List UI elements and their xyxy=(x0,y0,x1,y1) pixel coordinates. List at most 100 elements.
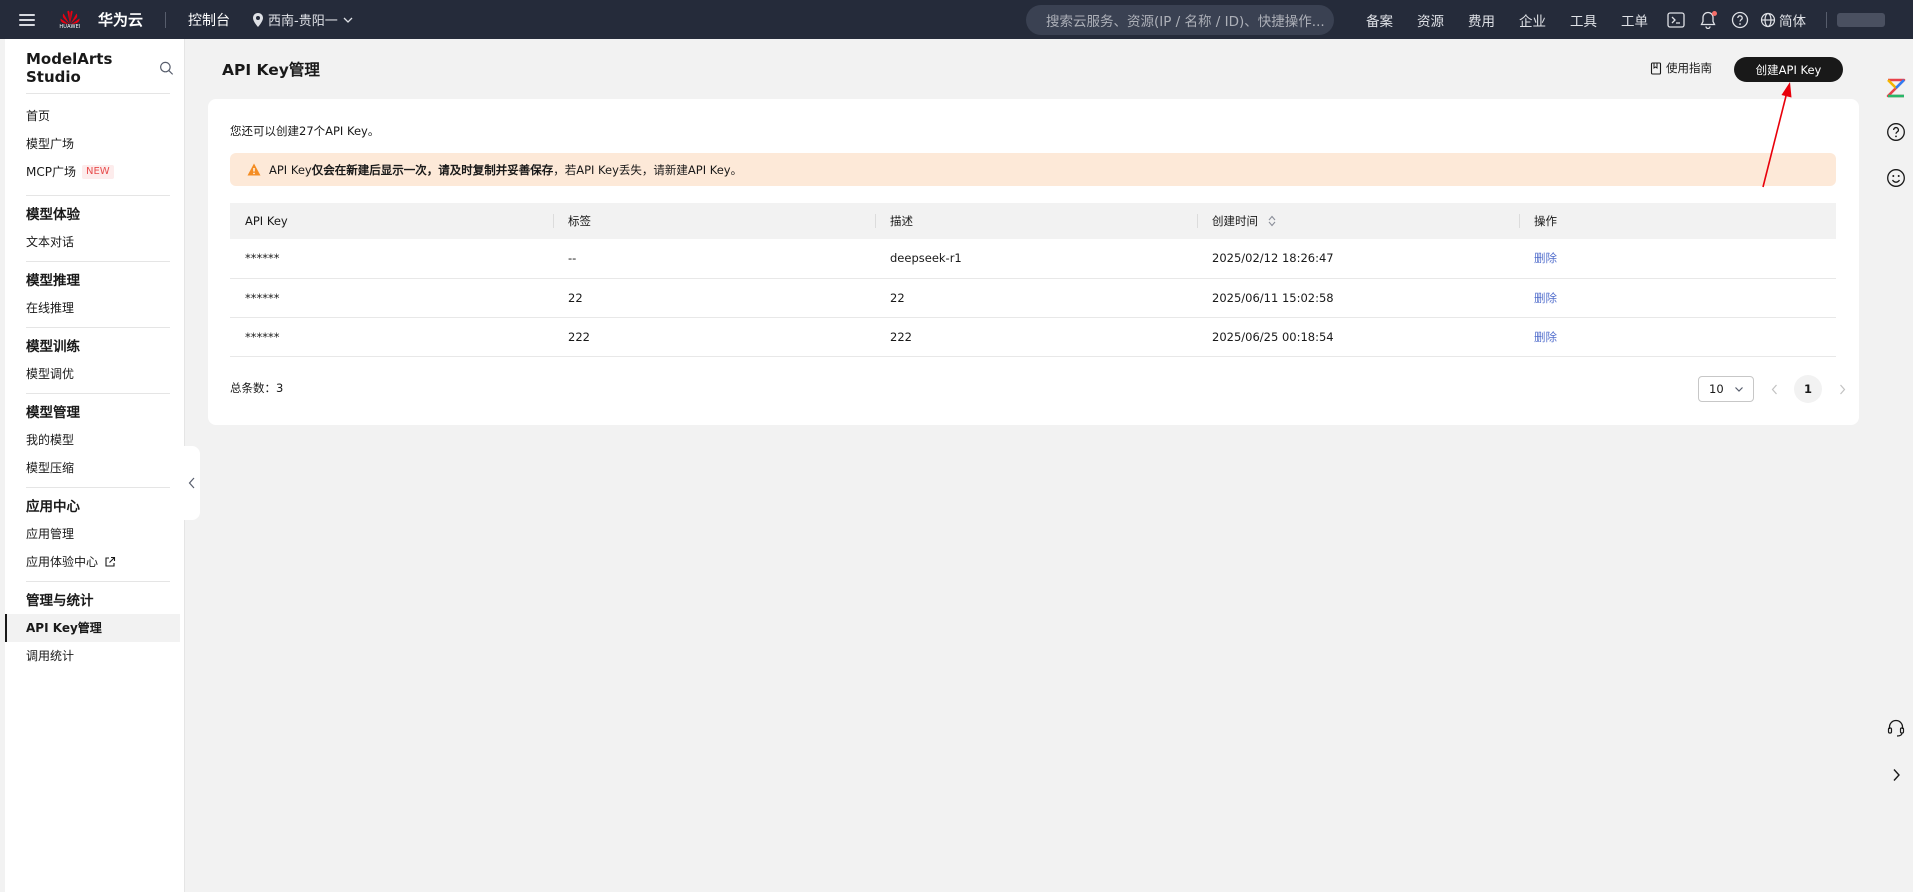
sidebar-item-mcp-square[interactable]: MCP广场 NEW xyxy=(5,158,184,186)
cloud-shell-icon[interactable] xyxy=(1664,8,1688,32)
customer-service-icon[interactable] xyxy=(1884,716,1908,740)
sidebar-item-home[interactable]: 首页 xyxy=(5,102,184,130)
sidebar-item-online-inference[interactable]: 在线推理 xyxy=(5,294,184,322)
sidebar-item-label: 应用管理 xyxy=(26,527,75,541)
brand-small-text: HUAWEI xyxy=(59,23,81,30)
sidebar-item-my-models[interactable]: 我的模型 xyxy=(5,426,184,454)
notification-dot xyxy=(1712,10,1717,16)
sidebar-item-label: 首页 xyxy=(26,109,51,123)
nav-tools[interactable]: 工具 xyxy=(1570,10,1597,30)
delete-link[interactable]: 删除 xyxy=(1534,330,1557,344)
cell-api-key: ****** xyxy=(230,278,553,318)
delete-link[interactable]: 删除 xyxy=(1534,251,1557,265)
nav-enterprise[interactable]: 企业 xyxy=(1519,10,1546,30)
top-bar: HUAWEI 华为云 控制台 西南-贵阳一 搜索云服务、资源(IP / 名称 /… xyxy=(0,0,1913,39)
sidebar-item-label: MCP广场 xyxy=(26,165,76,179)
remaining-quota-text: 您还可以创建27个API Key。 xyxy=(230,124,380,138)
menu-button[interactable] xyxy=(0,0,54,39)
page-size-select[interactable]: 10 xyxy=(1698,376,1754,402)
global-search-input[interactable]: 搜索云服务、资源(IP / 名称 / ID)、快捷操作... xyxy=(1026,4,1334,35)
location-pin-icon xyxy=(253,12,264,27)
expand-rail-button[interactable] xyxy=(1884,763,1908,787)
feedback-smiley-icon[interactable] xyxy=(1884,166,1908,190)
prev-page-button[interactable] xyxy=(1766,377,1782,401)
chevron-right-icon xyxy=(1892,769,1900,781)
help-icon[interactable] xyxy=(1728,8,1752,32)
nav-filing[interactable]: 备案 xyxy=(1366,10,1393,30)
alert-text: API Key仅会在新建后显示一次，请及时复制并妥善保存，若API Key丢失，… xyxy=(269,162,742,178)
language-label: 简体 xyxy=(1779,13,1806,30)
column-header-api-key: API Key xyxy=(230,203,553,239)
cell-created-time: 2025/06/25 00:18:54 xyxy=(1197,317,1519,357)
nav-tickets[interactable]: 工单 xyxy=(1621,10,1648,30)
usage-guide-label: 使用指南 xyxy=(1666,61,1712,75)
cell-description: 22 xyxy=(875,278,1197,318)
ai-assistant-icon[interactable] xyxy=(1884,76,1908,100)
chevron-down-icon xyxy=(1735,387,1743,392)
alert-emphasis: 仅会在新建后显示一次，请及时复制并妥善保存 xyxy=(311,162,554,177)
warning-icon xyxy=(247,163,261,176)
language-selector[interactable]: 简体 xyxy=(1760,10,1806,30)
table-header-row: API Key 标签 描述 创建时间 操作 xyxy=(230,203,1836,239)
usage-guide-link[interactable]: 使用指南 xyxy=(1650,60,1712,76)
divider xyxy=(1826,11,1827,28)
cell-description: deepseek-r1 xyxy=(875,239,1197,279)
cell-actions: 删除 xyxy=(1519,278,1836,318)
sidebar-item-model-compression[interactable]: 模型压缩 xyxy=(5,454,184,482)
sidebar-item-label: 模型广场 xyxy=(26,137,75,151)
sidebar-item-label: 模型压缩 xyxy=(26,461,75,475)
sidebar-item-app-experience[interactable]: 应用体验中心 xyxy=(5,548,184,576)
cell-api-key: ****** xyxy=(230,239,553,279)
delete-link[interactable]: 删除 xyxy=(1534,291,1557,305)
create-api-key-button[interactable]: 创建API Key xyxy=(1734,57,1843,82)
next-page-button[interactable] xyxy=(1834,377,1850,401)
column-header-created-time[interactable]: 创建时间 xyxy=(1197,203,1519,239)
cell-created-time: 2025/06/11 15:02:58 xyxy=(1197,278,1519,318)
sidebar-item-label: API Key管理 xyxy=(26,621,102,635)
cell-api-key: ****** xyxy=(230,317,553,357)
user-account-menu[interactable] xyxy=(1837,12,1885,27)
table-row: ****** 222 222 2025/06/25 00:18:54 删除 xyxy=(230,317,1836,357)
search-icon[interactable] xyxy=(159,60,174,76)
column-header-tag: 标签 xyxy=(553,203,875,239)
page-size-value: 10 xyxy=(1709,382,1724,396)
sidebar-item-label: 应用体验中心 xyxy=(26,555,99,569)
nav-resources[interactable]: 资源 xyxy=(1417,10,1444,30)
hamburger-icon xyxy=(19,13,35,26)
nav-billing[interactable]: 费用 xyxy=(1468,10,1495,30)
sidebar-item-model-square[interactable]: 模型广场 xyxy=(5,130,184,158)
sidebar-item-usage-statistics[interactable]: 调用统计 xyxy=(5,642,184,670)
document-icon xyxy=(1650,61,1662,75)
help-icon[interactable] xyxy=(1884,120,1908,144)
brand-logo[interactable]: HUAWEI 华为云 xyxy=(58,8,143,32)
cell-tag: 222 xyxy=(553,317,875,357)
page-title: API Key管理 xyxy=(222,61,320,79)
huawei-logo-icon: HUAWEI xyxy=(58,8,82,32)
top-nav: 备案 资源 费用 企业 工具 工单 xyxy=(1354,10,1660,30)
sidebar-collapse-button[interactable] xyxy=(183,446,200,520)
sidebar-item-label: 我的模型 xyxy=(26,433,75,447)
sidebar-title: ModelArts Studio xyxy=(26,50,113,86)
console-link[interactable]: 控制台 xyxy=(188,10,230,30)
pagination: 10 1 xyxy=(1698,375,1850,403)
sidebar-item-label: 调用统计 xyxy=(26,649,75,663)
new-badge: NEW xyxy=(81,165,114,179)
sidebar-item-text-chat[interactable]: 文本对话 xyxy=(5,228,184,256)
sidebar-item-model-tuning[interactable]: 模型调优 xyxy=(5,360,184,388)
search-placeholder: 搜索云服务、资源(IP / 名称 / ID)、快捷操作... xyxy=(1046,13,1325,30)
chevron-left-icon xyxy=(1771,384,1777,394)
column-header-description: 描述 xyxy=(875,203,1197,239)
sidebar-item-api-key-management[interactable]: API Key管理 xyxy=(5,614,180,642)
sort-icon[interactable] xyxy=(1267,215,1277,227)
region-selector[interactable]: 西南-贵阳一 xyxy=(252,10,354,29)
bell-icon[interactable] xyxy=(1696,8,1720,32)
chevron-left-icon xyxy=(188,477,194,489)
globe-icon xyxy=(1760,12,1776,27)
chevron-down-icon xyxy=(343,17,353,23)
cell-tag: -- xyxy=(553,239,875,279)
page-number-button[interactable]: 1 xyxy=(1794,375,1822,403)
external-link-icon xyxy=(105,556,116,567)
sidebar: ModelArts Studio 首页 模型广场 MCP广场 NEW 模型体验 文… xyxy=(5,39,185,892)
sidebar-item-app-management[interactable]: 应用管理 xyxy=(5,520,184,548)
sidebar-item-label: 模型调优 xyxy=(26,367,75,381)
